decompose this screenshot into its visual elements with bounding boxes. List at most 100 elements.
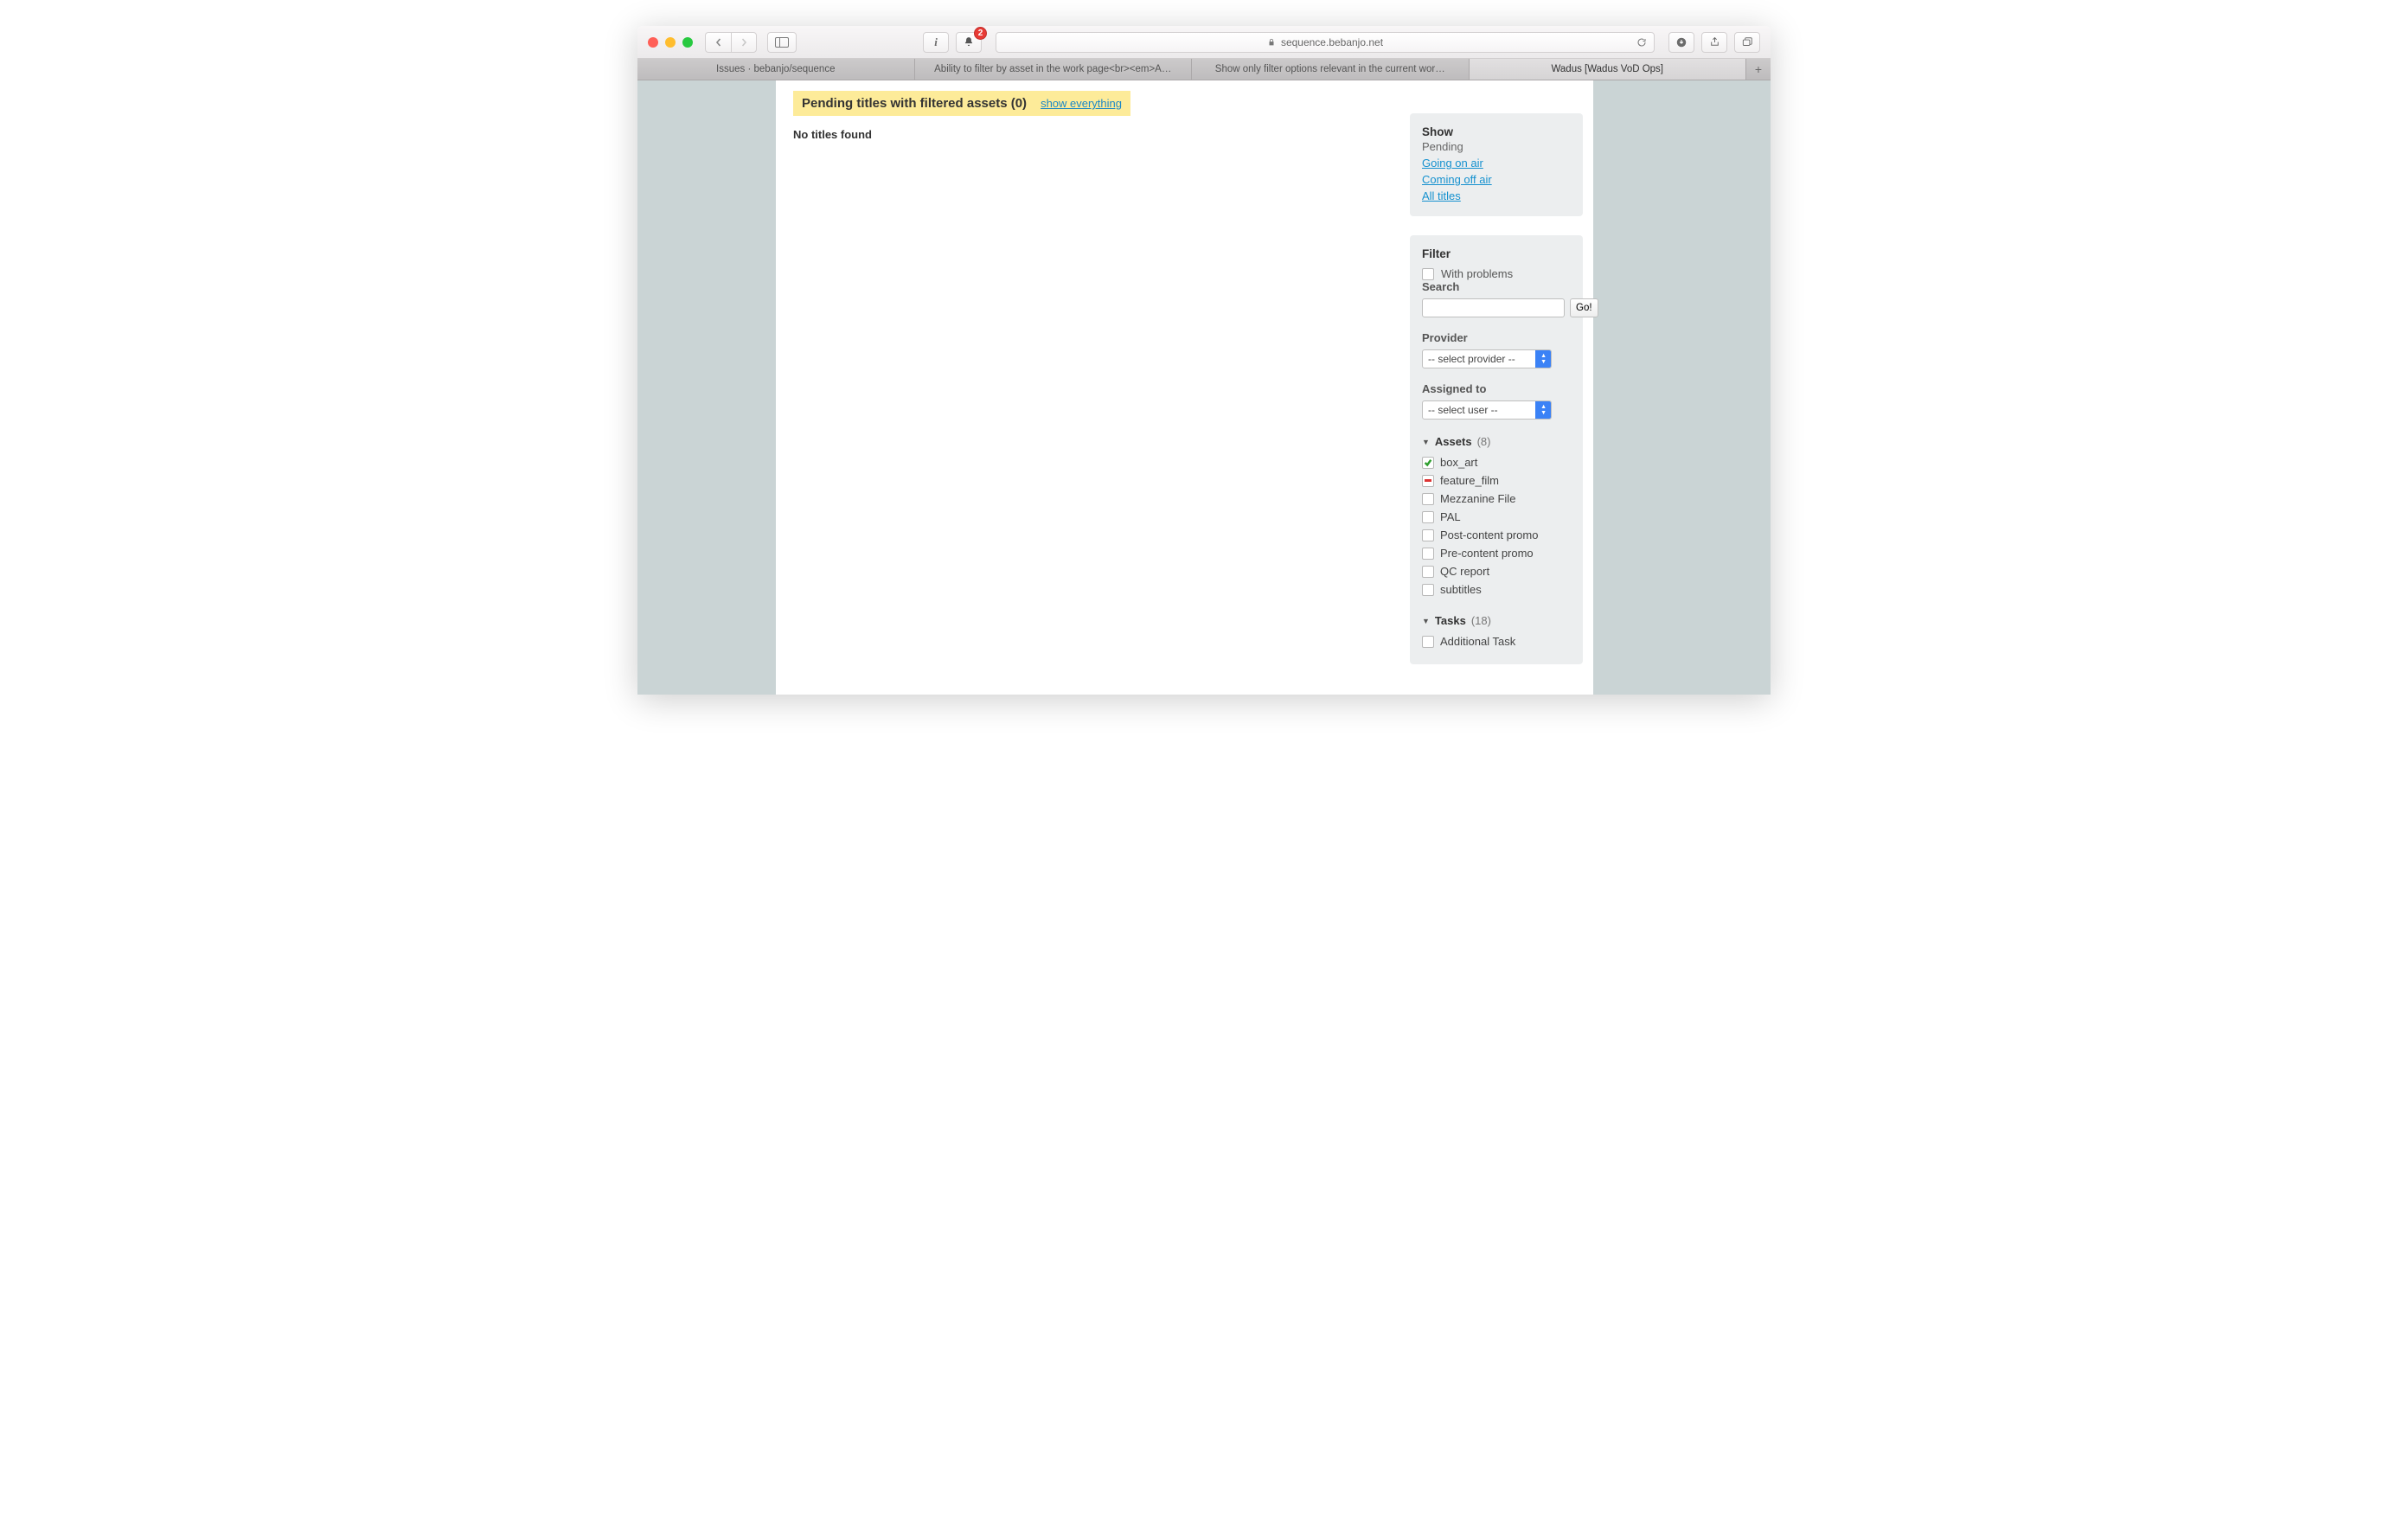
tasks-list: Additional Task xyxy=(1422,632,1571,650)
asset-row[interactable]: Mezzanine File xyxy=(1422,490,1571,508)
assets-list: box_art feature_film Mezzanine File PAL Post… xyxy=(1422,453,1571,599)
tasks-count: (18) xyxy=(1471,614,1491,627)
zoom-window-button[interactable] xyxy=(682,37,693,48)
asset-label: Mezzanine File xyxy=(1440,492,1515,505)
filter-heading: Filter xyxy=(1422,247,1571,260)
chevron-updown-icon: ▲▼ xyxy=(1540,404,1547,416)
share-button[interactable] xyxy=(1701,32,1727,53)
check-icon xyxy=(1424,458,1432,467)
show-link-coming-off-air[interactable]: Coming off air xyxy=(1422,173,1571,186)
asset-checkbox[interactable] xyxy=(1422,529,1434,541)
with-problems-row[interactable]: With problems xyxy=(1422,267,1571,280)
share-icon xyxy=(1709,36,1720,48)
asset-checkbox[interactable] xyxy=(1422,511,1434,523)
page-gutter-left xyxy=(637,80,776,695)
back-button[interactable] xyxy=(705,32,731,53)
tab-3[interactable]: Wadus [Wadus VoD Ops] xyxy=(1470,59,1747,80)
asset-row[interactable]: box_art xyxy=(1422,453,1571,471)
asset-label: subtitles xyxy=(1440,583,1482,596)
assets-collapser[interactable]: ▼ Assets (8) xyxy=(1422,435,1571,448)
empty-state: No titles found xyxy=(793,128,1393,141)
asset-label: QC report xyxy=(1440,565,1489,578)
asset-checkbox[interactable] xyxy=(1422,475,1434,487)
asset-row[interactable]: Pre-content promo xyxy=(1422,544,1571,562)
address-bar[interactable]: sequence.bebanjo.net xyxy=(996,32,1655,53)
asset-label: Pre-content promo xyxy=(1440,547,1534,560)
search-label: Search xyxy=(1422,280,1571,293)
pending-banner: Pending titles with filtered assets (0) … xyxy=(793,91,1130,116)
filter-panel: Filter With problems Search Go! Provider… xyxy=(1410,235,1583,664)
download-icon xyxy=(1675,36,1688,48)
show-heading: Show xyxy=(1422,125,1571,138)
toolbar-right xyxy=(1668,32,1760,53)
new-tab-button[interactable]: + xyxy=(1746,59,1771,80)
asset-label: feature_film xyxy=(1440,474,1499,487)
lock-icon xyxy=(1267,38,1276,47)
show-panel: Show Pending Going on air Coming off air… xyxy=(1410,113,1583,216)
asset-label: box_art xyxy=(1440,456,1477,469)
window-controls xyxy=(648,37,693,48)
asset-checkbox[interactable] xyxy=(1422,457,1434,469)
provider-select[interactable]: -- select provider -- ▲▼ xyxy=(1422,349,1552,368)
assets-label: Assets xyxy=(1435,435,1472,448)
page-content: Pending titles with filtered assets (0) … xyxy=(776,80,1593,695)
with-problems-label: With problems xyxy=(1441,267,1513,280)
provider-label: Provider xyxy=(1422,331,1571,344)
close-window-button[interactable] xyxy=(648,37,658,48)
chevron-updown-icon: ▲▼ xyxy=(1540,353,1547,365)
show-link-going-on-air[interactable]: Going on air xyxy=(1422,157,1571,170)
task-label: Additional Task xyxy=(1440,635,1515,648)
browser-window: i 2 sequence.bebanjo.net Issues · bebanj… xyxy=(637,26,1771,695)
caret-down-icon: ▼ xyxy=(1422,617,1430,625)
asset-checkbox[interactable] xyxy=(1422,566,1434,578)
tasks-label: Tasks xyxy=(1435,614,1466,627)
page-gutter-right xyxy=(1593,80,1771,695)
task-row[interactable]: Additional Task xyxy=(1422,632,1571,650)
chevron-left-icon xyxy=(714,38,723,47)
caret-down-icon: ▼ xyxy=(1422,438,1430,446)
main-column: Pending titles with filtered assets (0) … xyxy=(793,91,1393,684)
url-text: sequence.bebanjo.net xyxy=(1281,36,1383,48)
titlebar: i 2 sequence.bebanjo.net xyxy=(637,26,1771,59)
reader-button[interactable]: i xyxy=(923,32,949,53)
asset-row[interactable]: feature_film xyxy=(1422,471,1571,490)
asset-row[interactable]: QC report xyxy=(1422,562,1571,580)
asset-label: PAL xyxy=(1440,510,1461,523)
page-viewport: Pending titles with filtered assets (0) … xyxy=(637,80,1771,695)
downloads-button[interactable] xyxy=(1668,32,1694,53)
with-problems-checkbox[interactable] xyxy=(1422,268,1434,280)
notifications-button[interactable]: 2 xyxy=(956,32,982,53)
asset-row[interactable]: Post-content promo xyxy=(1422,526,1571,544)
show-link-all-titles[interactable]: All titles xyxy=(1422,189,1571,202)
tab-1[interactable]: Ability to filter by asset in the work p… xyxy=(915,59,1193,80)
assets-count: (8) xyxy=(1477,435,1491,448)
search-input[interactable] xyxy=(1422,298,1565,317)
info-icon: i xyxy=(934,35,938,49)
show-current: Pending xyxy=(1422,140,1571,153)
tab-2[interactable]: Show only filter options relevant in the… xyxy=(1192,59,1470,80)
bell-icon xyxy=(963,36,975,48)
asset-checkbox[interactable] xyxy=(1422,548,1434,560)
asset-checkbox[interactable] xyxy=(1422,584,1434,596)
forward-button[interactable] xyxy=(731,32,757,53)
sidebar: Show Pending Going on air Coming off air… xyxy=(1410,91,1583,684)
asset-checkbox[interactable] xyxy=(1422,493,1434,505)
chevron-right-icon xyxy=(740,38,748,47)
show-everything-link[interactable]: show everything xyxy=(1041,97,1122,110)
task-checkbox[interactable] xyxy=(1422,636,1434,648)
assigned-to-label: Assigned to xyxy=(1422,382,1571,395)
provider-select-value: -- select provider -- xyxy=(1428,353,1515,365)
tabs-button[interactable] xyxy=(1734,32,1760,53)
assigned-to-select[interactable]: -- select user -- ▲▼ xyxy=(1422,400,1552,420)
asset-label: Post-content promo xyxy=(1440,528,1538,541)
sidebar-toggle-button[interactable] xyxy=(767,32,797,53)
tasks-collapser[interactable]: ▼ Tasks (18) xyxy=(1422,614,1571,627)
pending-banner-text: Pending titles with filtered assets (0) xyxy=(802,96,1027,111)
tab-0[interactable]: Issues · bebanjo/sequence xyxy=(637,59,915,80)
minimize-window-button[interactable] xyxy=(665,37,676,48)
assigned-select-value: -- select user -- xyxy=(1428,404,1498,416)
asset-row[interactable]: PAL xyxy=(1422,508,1571,526)
asset-row[interactable]: subtitles xyxy=(1422,580,1571,599)
tabs-icon xyxy=(1741,36,1753,48)
nav-buttons xyxy=(705,32,757,53)
